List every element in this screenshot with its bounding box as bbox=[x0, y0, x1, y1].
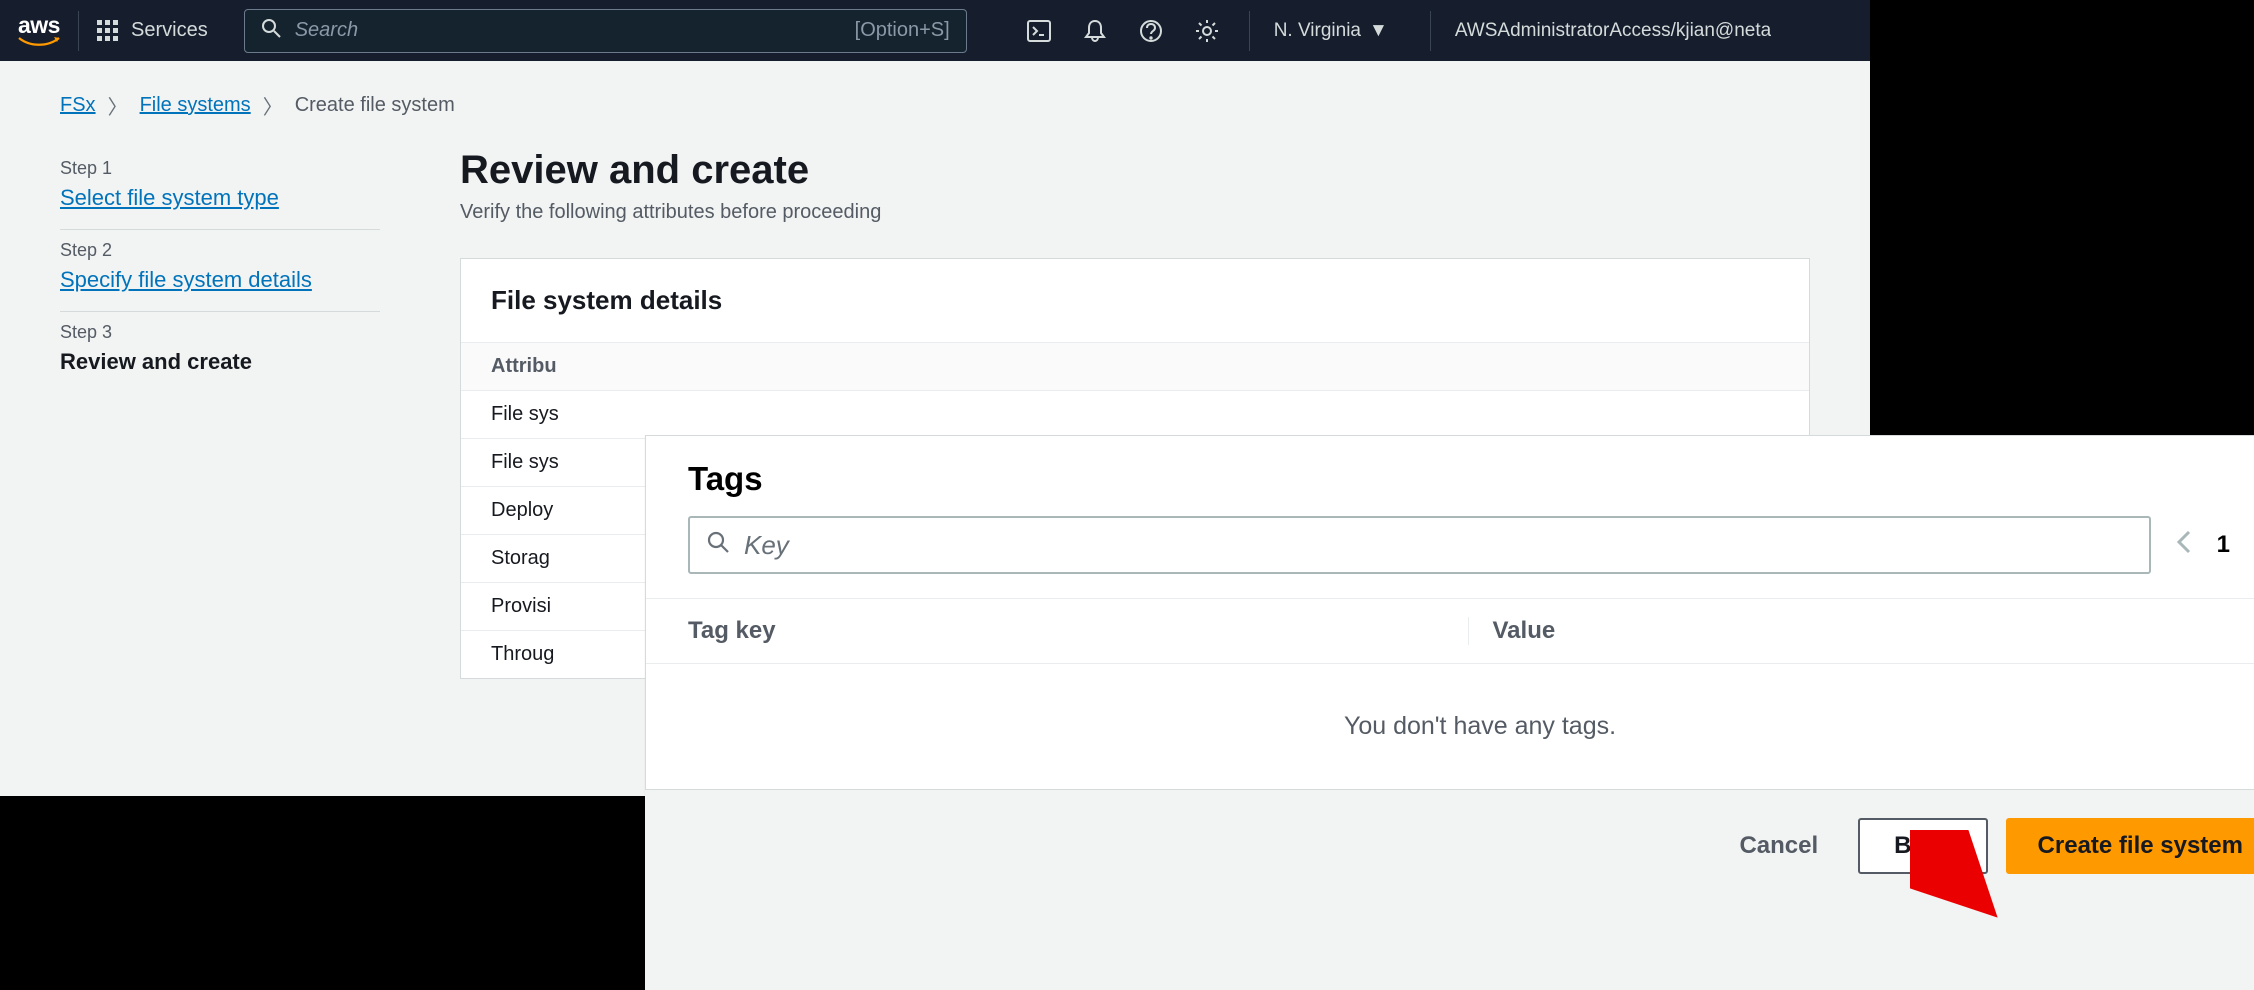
wizard-sidebar: Step 1 Select file system type Step 2 Sp… bbox=[60, 148, 380, 707]
tags-header: Tags bbox=[646, 436, 2254, 516]
cloudshell-icon[interactable] bbox=[1015, 7, 1063, 55]
breadcrumb-fsx[interactable]: FSx bbox=[60, 94, 96, 117]
search-kbd-hint: [Option+S] bbox=[855, 19, 950, 42]
aws-smile-icon bbox=[18, 37, 60, 45]
region-selector[interactable]: N. Virginia ▼ bbox=[1249, 11, 1412, 51]
pager-prev-icon[interactable] bbox=[2175, 528, 2193, 563]
nav-icons bbox=[1015, 7, 1231, 55]
cancel-button[interactable]: Cancel bbox=[1717, 820, 1840, 872]
col-value: Value bbox=[1468, 617, 2254, 645]
tags-panel: Tags 1 Tag key Value You do bbox=[645, 435, 2254, 790]
search-input[interactable] bbox=[295, 19, 841, 42]
page-subtitle: Verify the following attributes before p… bbox=[460, 201, 1810, 224]
attribute-header: Attribu bbox=[461, 343, 1809, 391]
annotation-arrow-icon bbox=[1910, 830, 2000, 920]
breadcrumb-current: Create file system bbox=[295, 94, 455, 117]
region-label: N. Virginia bbox=[1274, 20, 1361, 42]
step-title-link[interactable]: Select file system type bbox=[60, 185, 279, 210]
tags-overlay: Tags 1 Tag key Value You do bbox=[645, 435, 2254, 990]
tags-empty-message: You don't have any tags. bbox=[646, 663, 2254, 789]
aws-logo[interactable]: aws bbox=[18, 11, 79, 51]
pager: 1 bbox=[2175, 528, 2254, 563]
search-icon bbox=[261, 18, 281, 44]
search-box[interactable]: [Option+S] bbox=[244, 9, 967, 53]
tags-title: Tags bbox=[688, 460, 763, 498]
step-label: Step 3 bbox=[60, 322, 380, 343]
step-label: Step 2 bbox=[60, 240, 380, 261]
tags-search-input[interactable] bbox=[744, 530, 2133, 561]
action-row: Cancel Back Create file system bbox=[645, 790, 2254, 874]
step-3: Step 3 Review and create bbox=[60, 312, 380, 393]
aws-logo-text: aws bbox=[18, 16, 60, 36]
table-row: File sys bbox=[461, 391, 1809, 439]
search-icon bbox=[706, 530, 730, 560]
tags-search-box[interactable] bbox=[688, 516, 2151, 574]
pager-page-number: 1 bbox=[2217, 531, 2230, 559]
panel-header: File system details bbox=[461, 259, 1809, 342]
step-1: Step 1 Select file system type bbox=[60, 148, 380, 230]
chevron-down-icon: ▼ bbox=[1369, 20, 1388, 42]
step-2: Step 2 Specify file system details bbox=[60, 230, 380, 312]
notifications-icon[interactable] bbox=[1071, 7, 1119, 55]
settings-icon[interactable] bbox=[1183, 7, 1231, 55]
account-menu[interactable]: AWSAdministratorAccess/kjian@neta bbox=[1430, 11, 1771, 51]
services-grid-icon bbox=[97, 20, 119, 42]
create-file-system-button[interactable]: Create file system bbox=[2006, 818, 2254, 874]
chevron-right-icon: 〉 bbox=[108, 91, 128, 120]
tags-table-header: Tag key Value bbox=[646, 598, 2254, 663]
step-title-current: Review and create bbox=[60, 349, 252, 374]
step-title-link[interactable]: Specify file system details bbox=[60, 267, 312, 292]
step-label: Step 1 bbox=[60, 158, 380, 179]
services-button[interactable]: Services bbox=[97, 11, 226, 51]
help-icon[interactable] bbox=[1127, 7, 1175, 55]
breadcrumb-file-systems[interactable]: File systems bbox=[140, 94, 251, 117]
services-label: Services bbox=[131, 19, 208, 42]
top-nav: aws Services [Option+S] bbox=[0, 0, 1870, 61]
chevron-right-icon: 〉 bbox=[263, 91, 283, 120]
breadcrumb: FSx 〉 File systems 〉 Create file system bbox=[0, 91, 1870, 120]
page-title: Review and create bbox=[460, 148, 1810, 193]
col-tag-key: Tag key bbox=[688, 617, 1468, 645]
account-label: AWSAdministratorAccess/kjian@neta bbox=[1455, 20, 1771, 42]
